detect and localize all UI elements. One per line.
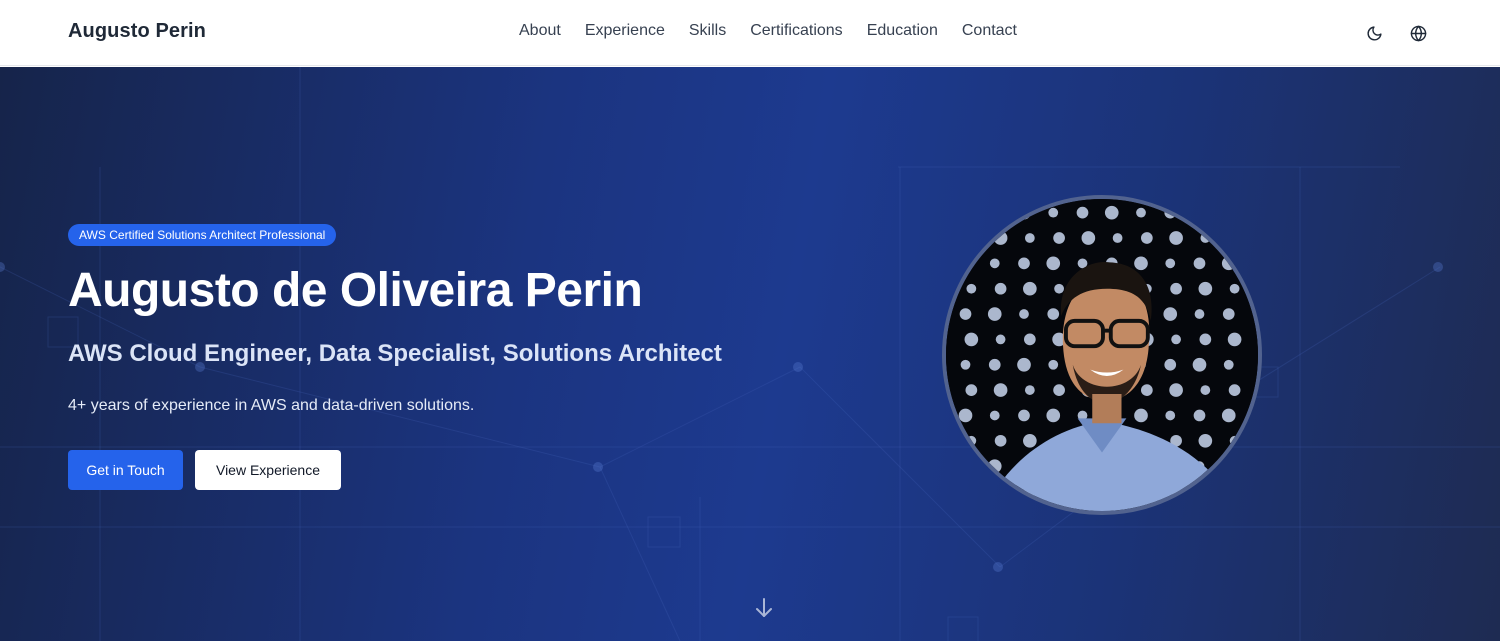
bokeh-dot — [1048, 359, 1059, 370]
bokeh-dot — [1018, 257, 1030, 270]
bokeh-dot — [1023, 281, 1037, 296]
nav-link-experience[interactable]: Experience — [585, 22, 665, 40]
bokeh-dot — [1163, 307, 1178, 321]
bokeh-dot — [1141, 232, 1153, 244]
moon-icon — [1367, 25, 1382, 40]
bokeh-dot — [1198, 433, 1213, 448]
bokeh-dot — [1024, 333, 1036, 346]
bokeh-dot — [1046, 408, 1061, 423]
bokeh-dot — [1221, 408, 1236, 423]
language-button[interactable] — [1406, 21, 1430, 45]
hero-name: Augusto de Oliveira Perin — [68, 264, 643, 317]
nav-link-about[interactable]: About — [519, 22, 561, 40]
nav-link-education[interactable]: Education — [867, 22, 938, 40]
bokeh-dot — [1198, 281, 1213, 296]
bokeh-dot — [1223, 359, 1234, 370]
bokeh-dot — [965, 384, 978, 396]
bokeh-dot — [1023, 433, 1037, 448]
bokeh-dot — [1170, 282, 1182, 295]
hero-subtitle: AWS Cloud Engineer, Data Specialist, Sol… — [68, 340, 722, 367]
bokeh-dot — [1054, 283, 1064, 294]
bokeh-dot — [1112, 233, 1123, 243]
navbar: Augusto Perin About Experience Skills Ce… — [0, 0, 1500, 66]
bokeh-dot — [958, 408, 973, 423]
bokeh-dot — [1053, 384, 1065, 396]
bokeh-dot — [1141, 384, 1153, 396]
bokeh-dot — [1169, 383, 1183, 397]
bokeh-dot — [1228, 384, 1241, 396]
nav-link-certifications[interactable]: Certifications — [750, 22, 842, 40]
bokeh-dot — [1024, 233, 1035, 243]
profile-photo — [942, 195, 1262, 515]
bokeh-dot — [987, 307, 1002, 321]
view-experience-button[interactable]: View Experience — [195, 450, 341, 490]
bokeh-dot — [1136, 207, 1146, 218]
bokeh-dot — [1048, 207, 1059, 218]
bokeh-dot — [993, 383, 1008, 397]
bokeh-dot — [994, 434, 1007, 447]
certification-badge: AWS Certified Solutions Architect Profes… — [68, 224, 337, 246]
bokeh-dot — [1200, 385, 1211, 395]
bokeh-dot — [1047, 308, 1060, 320]
hero-description: 4+ years of experience in AWS and data-d… — [68, 397, 475, 414]
bokeh-dot — [1222, 308, 1235, 320]
theme-toggle-button[interactable] — [1362, 21, 1386, 45]
bokeh-dot — [1193, 409, 1206, 422]
hero-section: AWS Certified Solutions Architect Profes… — [0, 67, 1500, 641]
get-in-touch-button[interactable]: Get in Touch — [68, 450, 183, 490]
bokeh-dot — [1229, 283, 1240, 294]
bokeh-dot — [964, 332, 979, 347]
bokeh-dot — [1165, 410, 1176, 421]
bokeh-dot — [988, 358, 1001, 371]
bokeh-dot — [1017, 357, 1031, 372]
bokeh-dot — [995, 334, 1006, 345]
nav-link-skills[interactable]: Skills — [689, 22, 726, 40]
bokeh-dot — [1227, 332, 1242, 347]
nav-link-contact[interactable]: Contact — [962, 22, 1017, 40]
bokeh-dot — [960, 359, 971, 370]
globe-icon — [1410, 25, 1426, 41]
bokeh-dot — [1024, 385, 1035, 395]
bokeh-dot — [966, 283, 977, 294]
bokeh-dot — [1164, 358, 1177, 371]
nav-links: About Experience Skills Certifications E… — [519, 22, 1017, 40]
bokeh-dot — [1134, 408, 1148, 423]
bokeh-dot — [1046, 256, 1061, 271]
bokeh-dot — [1053, 232, 1065, 244]
bokeh-dot — [989, 258, 1000, 269]
bokeh-dot — [1192, 357, 1207, 372]
bokeh-dot — [994, 282, 1007, 295]
bokeh-dot — [1134, 256, 1148, 271]
bokeh-dot — [1169, 231, 1183, 245]
brand-logo[interactable]: Augusto Perin — [68, 20, 206, 43]
bokeh-dot — [1171, 334, 1181, 345]
bokeh-dot — [1081, 231, 1096, 245]
bokeh-dot — [1076, 206, 1089, 219]
arrow-down-icon[interactable] — [754, 597, 774, 619]
bokeh-dot — [1019, 309, 1029, 319]
bokeh-dot — [1199, 333, 1212, 346]
bokeh-dot — [1018, 409, 1030, 422]
bokeh-dot — [1104, 205, 1119, 220]
bokeh-dot — [989, 410, 1000, 421]
bokeh-dot — [1194, 309, 1205, 319]
bokeh-dot — [1193, 257, 1206, 270]
bokeh-dot — [1165, 258, 1176, 269]
bokeh-dot — [959, 308, 972, 320]
